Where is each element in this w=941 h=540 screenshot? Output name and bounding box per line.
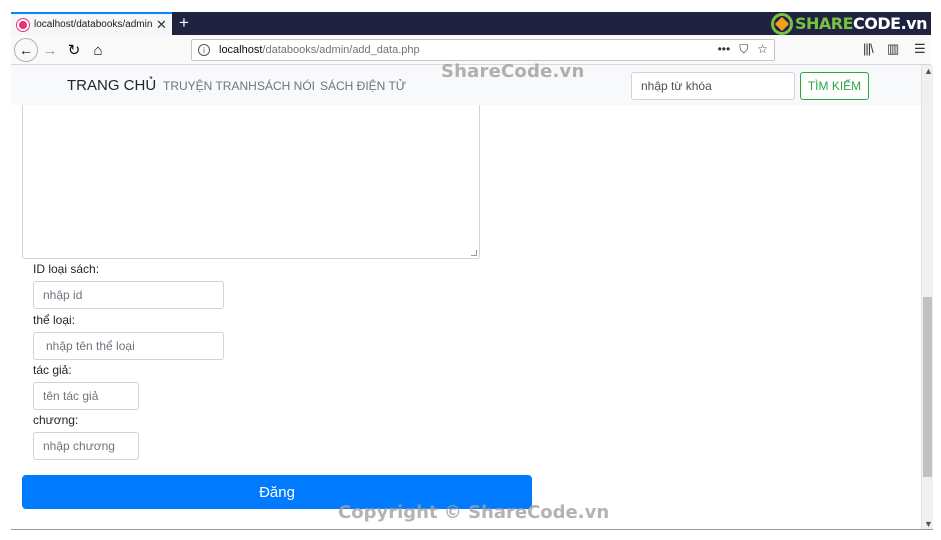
new-tab-button[interactable]: + bbox=[179, 13, 189, 33]
label-book-type-id: ID loại sách: bbox=[33, 262, 100, 276]
logo-text-white: CODE.vn bbox=[853, 14, 927, 33]
scroll-up-icon[interactable]: ▲ bbox=[924, 66, 933, 76]
scrollbar-thumb[interactable] bbox=[923, 297, 932, 477]
reload-button[interactable]: ↻ bbox=[62, 38, 86, 62]
label-chapter: chương: bbox=[33, 413, 79, 427]
hamburger-menu-icon[interactable]: ☰ bbox=[914, 41, 926, 57]
window-bottom-border bbox=[11, 529, 933, 530]
label-author: tác giả: bbox=[33, 363, 72, 377]
page-actions-icon[interactable]: ••• bbox=[718, 42, 731, 57]
nav-link-truyen-tranh[interactable]: TRUYỆN TRANH bbox=[163, 79, 257, 93]
page-viewport: TRANG CHỦ TRUYỆN TRANH SÁCH NÓI SÁCH ĐIỆ… bbox=[11, 65, 921, 530]
resize-handle-icon[interactable] bbox=[471, 250, 477, 256]
url-path: /databooks/admin/add_data.php bbox=[262, 44, 420, 56]
close-tab-icon[interactable]: ✕ bbox=[156, 18, 167, 31]
book-type-id-input[interactable] bbox=[33, 281, 224, 309]
chapter-input[interactable] bbox=[33, 432, 139, 460]
genre-input[interactable] bbox=[33, 332, 224, 360]
content-textarea[interactable] bbox=[22, 105, 480, 259]
url-actions: ••• ⛉ ☆ bbox=[718, 42, 768, 57]
sidebar-icon[interactable]: ▥ bbox=[887, 41, 899, 57]
sharecode-logo: SHARECODE.vn bbox=[771, 12, 927, 35]
watermark-top: ShareCode.vn bbox=[441, 61, 585, 82]
home-button[interactable]: ⌂ bbox=[86, 38, 110, 62]
nav-link-sach-dien-tu[interactable]: SÁCH ĐIỆN TỬ bbox=[320, 79, 406, 93]
watermark-copyright: Copyright © ShareCode.vn bbox=[338, 502, 610, 523]
tab-title: localhost/databooks/admin/add_data.php bbox=[34, 19, 152, 30]
search-button[interactable]: TÌM KIẾM bbox=[800, 72, 869, 100]
author-input[interactable] bbox=[33, 382, 139, 410]
url-host: localhost bbox=[219, 44, 263, 56]
sharecode-logo-icon bbox=[771, 12, 793, 35]
tab-strip: localhost/databooks/admin/add_data.php ✕… bbox=[11, 12, 931, 35]
address-bar[interactable]: i localhost/databooks/admin/add_data.php… bbox=[191, 39, 775, 61]
browser-tab[interactable]: localhost/databooks/admin/add_data.php ✕ bbox=[11, 12, 172, 35]
page-scrollbar[interactable]: ▲ ▼ bbox=[921, 65, 933, 530]
brand-link[interactable]: TRANG CHỦ bbox=[67, 77, 156, 94]
forward-button[interactable]: → bbox=[38, 38, 62, 62]
site-info-icon[interactable]: i bbox=[198, 44, 210, 56]
bookmark-star-icon[interactable]: ☆ bbox=[757, 42, 768, 57]
favicon-icon bbox=[17, 18, 29, 31]
browser-window: localhost/databooks/admin/add_data.php ✕… bbox=[0, 0, 941, 540]
keyword-search-input[interactable] bbox=[631, 72, 795, 100]
scroll-down-icon[interactable]: ▼ bbox=[924, 519, 933, 529]
nav-link-sach-noi[interactable]: SÁCH NÓI bbox=[257, 79, 315, 93]
back-button[interactable]: ← bbox=[14, 38, 38, 62]
pocket-icon[interactable]: ⛉ bbox=[739, 42, 748, 57]
label-genre: thể loại: bbox=[33, 313, 76, 327]
logo-text-green: SHARE bbox=[795, 14, 854, 33]
library-icon[interactable]: |||\ bbox=[863, 41, 874, 56]
